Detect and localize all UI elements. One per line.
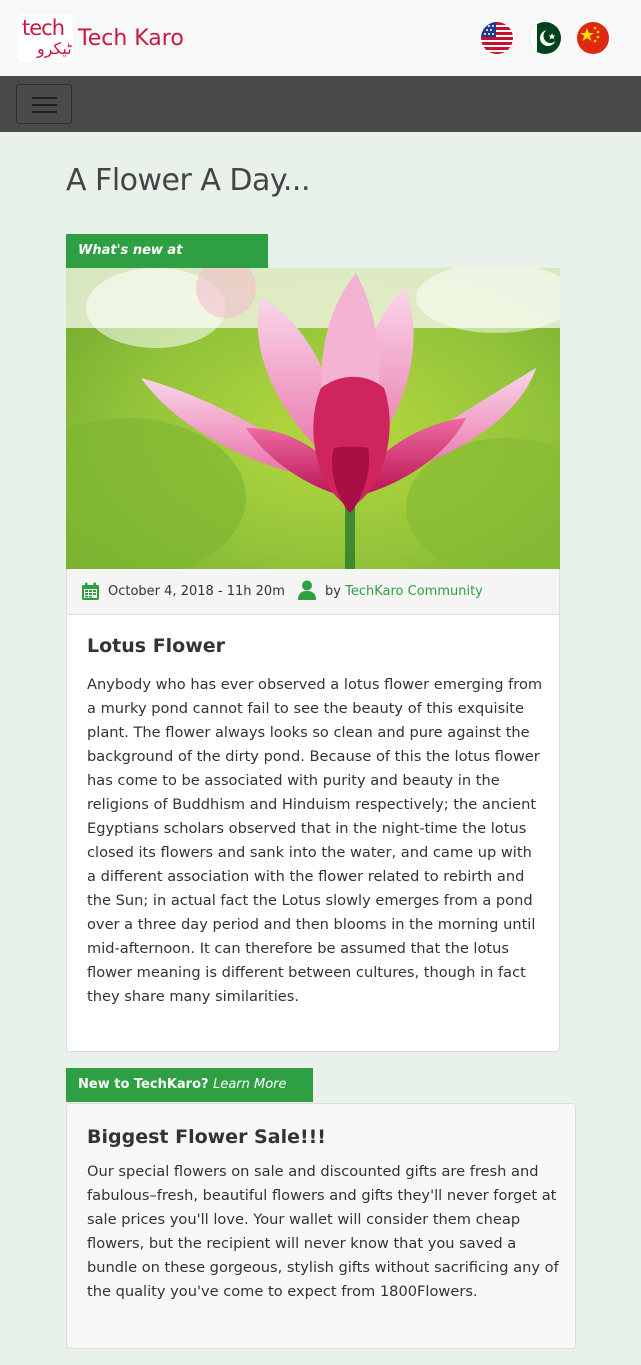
calendar-icon [82,582,99,600]
author-link[interactable]: TechKaro Community [345,584,483,599]
main-navbar [0,76,641,132]
hamburger-menu-icon[interactable] [16,84,72,124]
post-date: October 4, 2018 - 11h 20m [108,584,285,599]
article-body: Anybody who has ever observed a lotus fl… [87,676,543,1005]
article-card: Lotus Flower Anybody who has ever observ… [66,615,560,1052]
logo-tech-text: tech [22,16,65,40]
pakistan-flag-icon[interactable] [529,22,561,54]
site-header: tech ٹیکرو Tech Karo [0,0,641,76]
by-label: by [325,584,341,599]
lotus-flower-image [66,268,560,569]
sale-title: Biggest Flower Sale!!! [87,1126,326,1148]
brand-name[interactable]: Tech Karo [78,26,184,51]
learn-more-prefix: New to TechKaro? [78,1077,209,1092]
page-title: A Flower A Day... [66,163,311,198]
china-flag-icon[interactable] [577,22,609,54]
article-title: Lotus Flower [87,635,226,657]
user-icon [298,580,316,600]
us-flag-icon[interactable] [481,22,513,54]
sale-body: Our special flowers on sale and discount… [87,1163,559,1300]
learn-more-tag[interactable]: New to TechKaro? Learn More > [66,1068,313,1126]
post-meta: October 4, 2018 - 11h 20m by TechKaro Co… [66,569,560,615]
sale-card: Biggest Flower Sale!!! Our special flowe… [66,1103,576,1349]
logo-urdu-text: ٹیکرو [37,39,72,58]
site-logo[interactable]: tech ٹیکرو [17,14,73,62]
post-byline: by TechKaro Community [325,584,483,599]
whats-new-tag[interactable]: What's new at TechKaro? [66,234,268,292]
